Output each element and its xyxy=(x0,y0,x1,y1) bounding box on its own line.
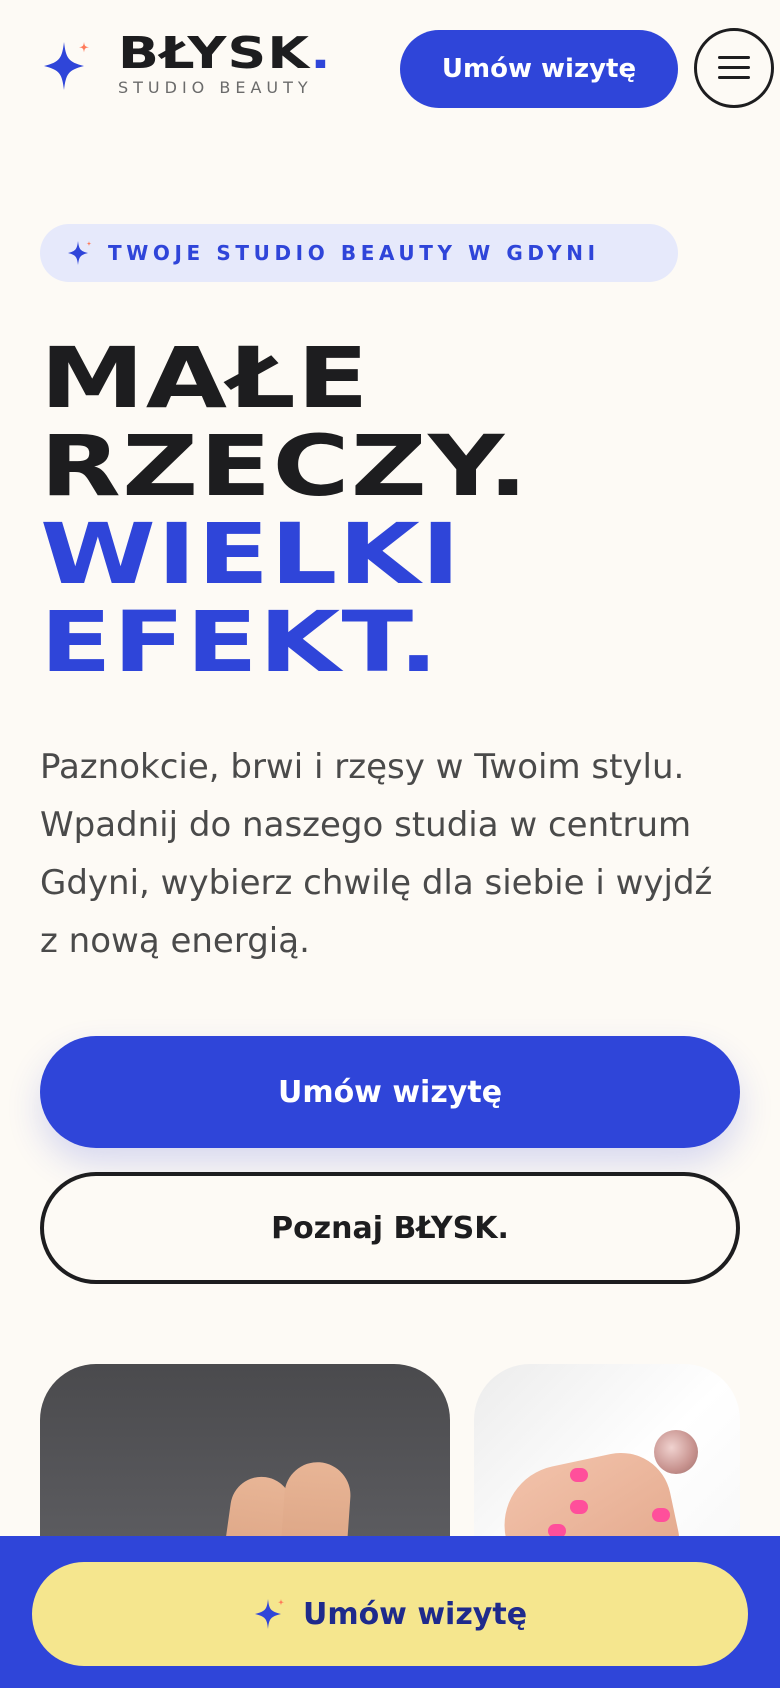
hero-description: Paznokcie, brwi i rzęsy w Twoim stylu. W… xyxy=(40,747,713,961)
sparkle-icon xyxy=(68,241,92,265)
tagline-badge: TWOJE STUDIO BEAUTY W GDYNI xyxy=(40,224,678,282)
sparkle-icon xyxy=(44,42,89,90)
brand-name: BŁYSK. xyxy=(118,32,332,76)
hero-line-1: MAŁE xyxy=(40,329,370,427)
sticky-cta-bar: Umów wizytę xyxy=(0,1536,780,1688)
about-button[interactable]: Poznaj BŁYSK. xyxy=(40,1172,740,1284)
site-header: BŁYSK. STUDIO BEAUTY Umów wizytę xyxy=(0,0,780,136)
brand-dot: . xyxy=(310,28,332,79)
hero-line-4: EFEKT. xyxy=(40,593,440,691)
hamburger-icon xyxy=(718,56,750,80)
brand-name-text: BŁYSK xyxy=(118,28,311,79)
tagline-text: TWOJE STUDIO BEAUTY W GDYNI xyxy=(108,241,600,265)
header-book-button[interactable]: Umów wizytę xyxy=(400,30,678,108)
brand-logo[interactable]: BŁYSK. STUDIO BEAUTY xyxy=(40,30,380,102)
sparkle-icon xyxy=(254,1599,284,1629)
hero-heading: MAŁE RZECZY. WIELKI EFEKT. xyxy=(40,334,780,686)
sticky-book-label: Umów wizytę xyxy=(302,1596,528,1632)
brand-subtitle: STUDIO BEAUTY xyxy=(118,78,313,97)
menu-button[interactable] xyxy=(694,28,774,108)
page: BŁYSK. STUDIO BEAUTY Umów wizytę TWOJE S… xyxy=(0,0,780,1688)
hero-line-2: RZECZY. xyxy=(40,417,530,515)
sticky-book-button[interactable]: Umów wizytę xyxy=(32,1562,748,1666)
book-appointment-button[interactable]: Umów wizytę xyxy=(40,1036,740,1148)
hero-line-3: WIELKI xyxy=(40,505,462,603)
